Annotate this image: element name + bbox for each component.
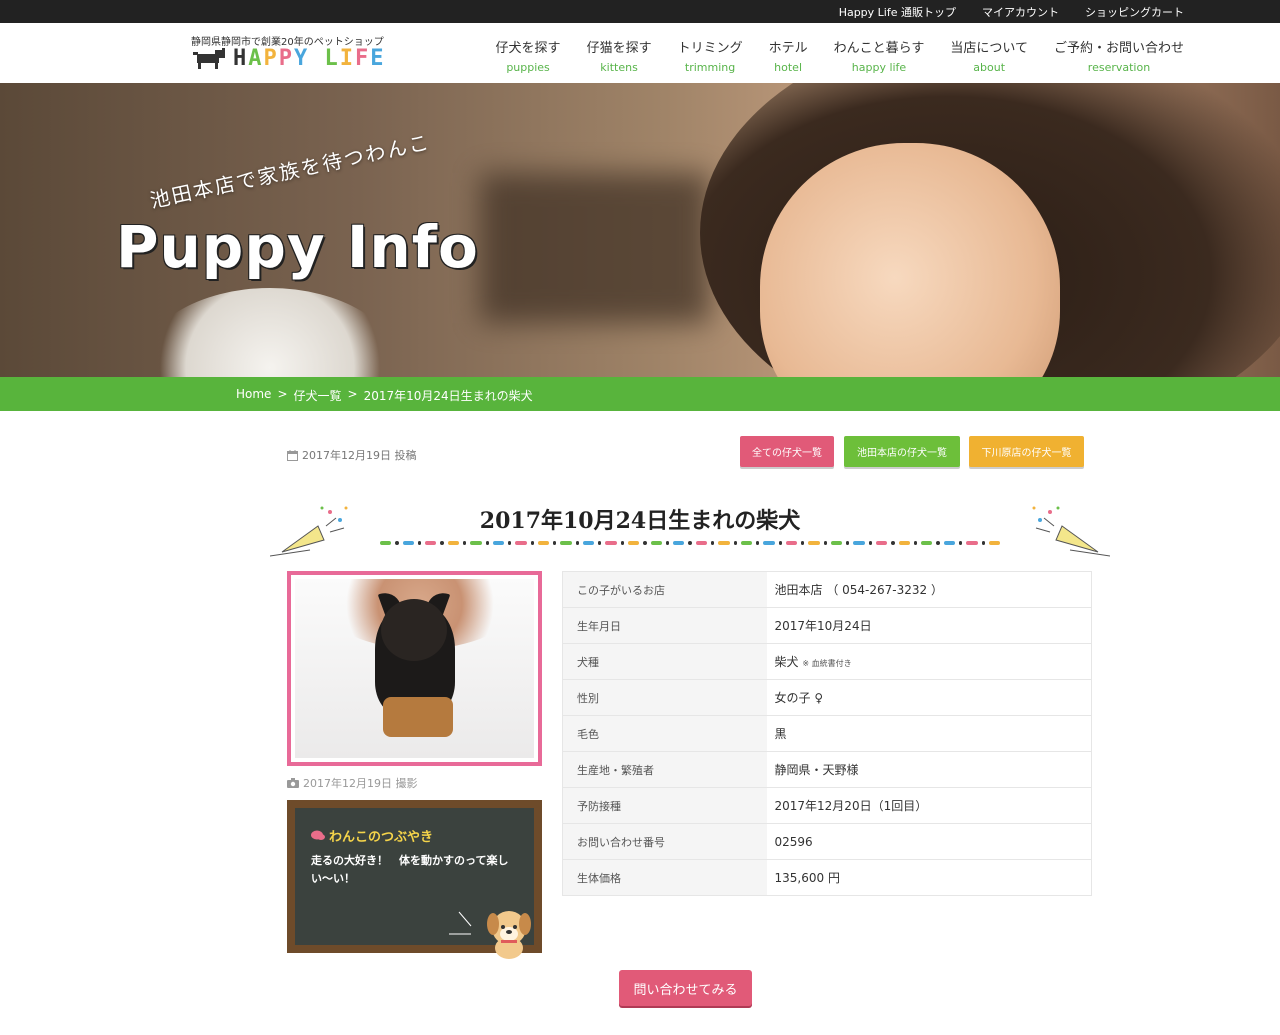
info-label: この子がいるお店 xyxy=(562,571,767,608)
photo-puppy-legs xyxy=(383,697,453,737)
site-logo[interactable]: HAPPY LIFE xyxy=(191,46,386,71)
photo-date-text: 2017年12月19日 撮影 xyxy=(303,777,418,790)
puppy-message-board: わんこのつぶやき 走るの大好き！ 体を動かすのって楽しい〜い！ xyxy=(287,800,542,959)
ikeda-puppies-button[interactable]: 池田本店の仔犬一覧 xyxy=(844,436,960,467)
board-title-text: わんこのつぶやき xyxy=(329,830,434,845)
hero-background-blur xyxy=(480,173,710,323)
info-value: 池田本店 （ 054-267-3232 ） xyxy=(766,571,1092,608)
info-label: 生産地・繁殖者 xyxy=(562,751,767,788)
puppy-photo[interactable] xyxy=(295,579,534,758)
shopping-cart-link[interactable]: ショッピングカート xyxy=(1085,4,1184,20)
nav-hotel[interactable]: ホテル hotel xyxy=(769,37,808,74)
info-label: お問い合わせ番号 xyxy=(562,823,767,860)
nav-happy-life[interactable]: わんこと暮らす happy life xyxy=(834,37,925,74)
pedigree-note: ※ 血統書付き xyxy=(802,659,852,668)
nav-sublabel: hotel xyxy=(774,61,803,74)
logo-wordmark: HAPPY LIFE xyxy=(233,46,386,71)
breadcrumb-separator: > xyxy=(277,387,288,401)
info-value: 135,600 円 xyxy=(766,859,1092,896)
nav-reservation[interactable]: ご予約・お問い合わせ reservation xyxy=(1054,37,1184,74)
nav-sublabel: reservation xyxy=(1087,61,1151,74)
nav-kittens[interactable]: 仔猫を探す kittens xyxy=(587,37,652,74)
nav-label: わんこと暮らす xyxy=(833,41,925,56)
calendar-icon xyxy=(287,449,298,461)
breadcrumb-current: 2017年10月24日生まれの柴犬 xyxy=(363,389,533,403)
my-account-link[interactable]: マイアカウント xyxy=(982,4,1059,20)
contact-button[interactable]: 問い合わせてみる xyxy=(619,970,752,1006)
hero-title: Puppy Info xyxy=(116,213,479,281)
info-value: 02596 xyxy=(766,823,1092,860)
info-label: 生体価格 xyxy=(562,859,767,896)
table-row: 生体価格 135,600 円 xyxy=(562,859,1092,896)
hero-puppy-fur xyxy=(140,288,400,377)
info-value: 2017年10月24日 xyxy=(766,607,1092,644)
page-title: 2017年10月24日生まれの柴犬 xyxy=(479,508,801,534)
breadcrumb-separator: > xyxy=(347,387,358,401)
hero-banner: 池田本店で家族を待つわんこ Puppy Info xyxy=(0,83,1280,377)
info-label: 犬種 xyxy=(562,643,767,680)
nav-label: トリミング xyxy=(677,41,743,56)
nav-sublabel: about xyxy=(973,61,1006,74)
info-value: 女の子 ♀ xyxy=(766,679,1092,716)
title-dotted-underline xyxy=(380,541,1001,547)
top-utility-bar: Happy Life 通販トップ マイアカウント ショッピングカート xyxy=(0,0,1280,23)
speech-bubble-icon xyxy=(311,830,325,840)
table-row: 生産地・繁殖者 静岡県・天野様 xyxy=(562,751,1092,788)
table-row: この子がいるお店 池田本店 （ 054-267-3232 ） xyxy=(562,571,1092,608)
chalk-lines-icon xyxy=(449,911,472,935)
nav-trimming[interactable]: トリミング trimming xyxy=(678,37,743,74)
nav-about[interactable]: 当店について about xyxy=(950,37,1028,74)
nav-label: 当店について xyxy=(950,41,1028,56)
board-message: 走るの大好き！ 体を動かすのって楽しい〜い！ xyxy=(311,854,509,885)
table-row: 毛色黒 xyxy=(562,715,1092,752)
breadcrumb: Home > 仔犬一覧 > 2017年10月24日生まれの柴犬 xyxy=(236,387,533,404)
breadcrumb-bar: Home > 仔犬一覧 > 2017年10月24日生まれの柴犬 xyxy=(0,377,1280,411)
info-value: 柴犬 xyxy=(774,655,799,669)
camera-icon xyxy=(287,778,299,788)
shimokawara-puppies-button[interactable]: 下川原店の仔犬一覧 xyxy=(969,436,1084,467)
table-row: 性別 女の子 ♀ xyxy=(562,679,1092,716)
chalkboard: わんこのつぶやき 走るの大好き！ 体を動かすのって楽しい〜い！ xyxy=(295,808,534,959)
info-value-cell: 柴犬 ※ 血統書付き xyxy=(766,643,1092,680)
table-row: 生年月日 2017年10月24日 xyxy=(562,607,1092,644)
utility-links: Happy Life 通販トップ マイアカウント ショッピングカート xyxy=(839,0,1184,23)
shop-top-link[interactable]: Happy Life 通販トップ xyxy=(839,4,956,20)
nav-sublabel: trimming xyxy=(684,61,736,74)
photo-date: 2017年12月19日 撮影 xyxy=(287,775,418,791)
nav-sublabel: puppies xyxy=(506,61,550,74)
table-row: 予防接種 2017年12月20日（1回目） xyxy=(562,787,1092,824)
site-header: 静岡県静岡市で創業20年のペットショップ HAPPY LIFE 仔犬を探す pup… xyxy=(0,23,1280,83)
info-label: 性別 xyxy=(562,679,767,716)
cartoon-dog-icon xyxy=(487,911,531,959)
puppy-photo-frame xyxy=(287,571,542,766)
info-value: 2017年12月20日（1回目） xyxy=(766,787,1092,824)
main-nav: 仔犬を探す puppies 仔猫を探す kittens トリミング trimming … xyxy=(496,37,1184,74)
breadcrumb-home[interactable]: Home xyxy=(236,387,271,404)
info-value: 静岡県・天野様 xyxy=(766,751,1092,788)
info-label: 毛色 xyxy=(562,715,767,752)
puppy-info-table: この子がいるお店 池田本店 （ 054-267-3232 ） 生年月日 2017年1… xyxy=(562,571,1092,896)
nav-label: ホテル xyxy=(768,41,808,56)
all-puppies-button[interactable]: 全ての仔犬一覧 xyxy=(740,436,834,467)
dog-logo-icon xyxy=(193,47,225,69)
nav-label: 仔犬を探す xyxy=(495,41,561,56)
info-label: 予防接種 xyxy=(562,787,767,824)
info-label: 生年月日 xyxy=(562,607,767,644)
breadcrumb-puppy-list[interactable]: 仔犬一覧 xyxy=(294,387,342,404)
posted-date-text: 2017年12月19日 投稿 xyxy=(302,449,417,462)
nav-sublabel: happy life xyxy=(851,61,907,74)
hero-subtitle: 池田本店で家族を待つわんこ xyxy=(147,129,433,213)
info-value: 黒 xyxy=(766,715,1092,752)
nav-label: 仔猫を探す xyxy=(586,41,652,56)
table-row: お問い合わせ番号 02596 xyxy=(562,823,1092,860)
nav-sublabel: kittens xyxy=(600,61,638,74)
posted-date: 2017年12月19日 投稿 xyxy=(287,447,417,463)
nav-puppies[interactable]: 仔犬を探す puppies xyxy=(496,37,561,74)
photo-puppy-face xyxy=(381,599,447,661)
nav-label: ご予約・お問い合わせ xyxy=(1053,41,1184,56)
table-row: 犬種 柴犬 ※ 血統書付き xyxy=(562,643,1092,680)
board-title: わんこのつぶやき xyxy=(311,826,433,845)
